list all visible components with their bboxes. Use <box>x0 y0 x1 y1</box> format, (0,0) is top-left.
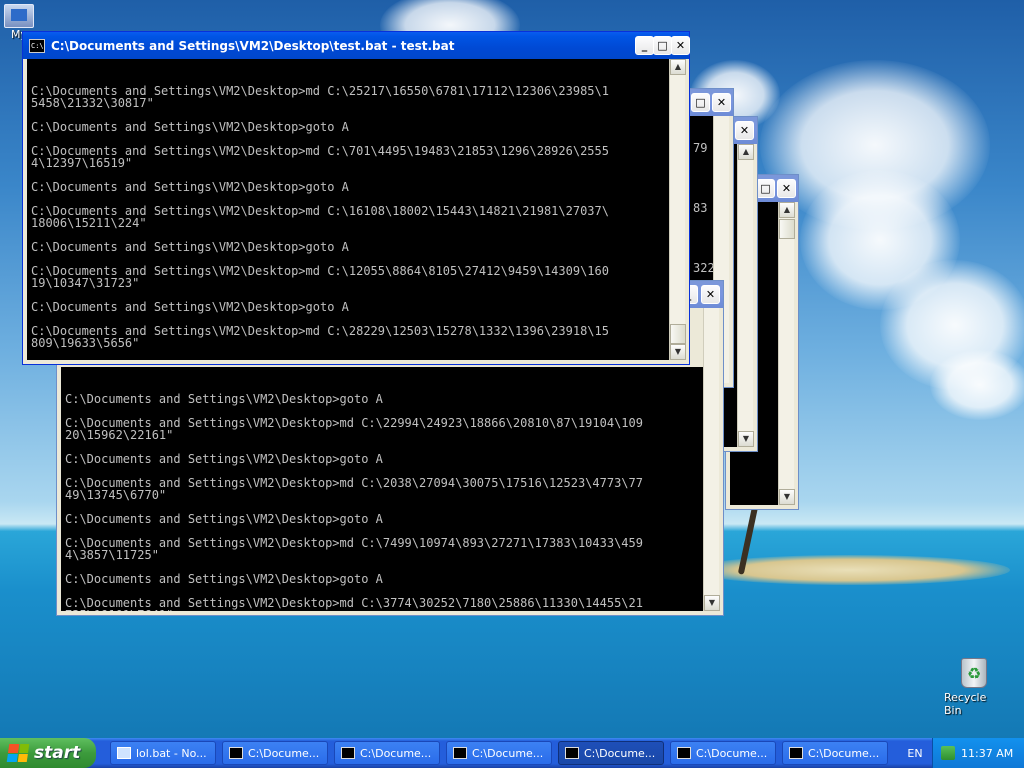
console-line: 20\15962\22161" <box>65 428 174 442</box>
maximize-button[interactable]: □ <box>691 93 710 112</box>
vertical-scrollbar[interactable]: ▲ ▼ <box>737 144 754 447</box>
window-title: C:\Documents and Settings\VM2\Desktop\te… <box>51 38 455 53</box>
taskbar-button-label: C:\Docume... <box>248 746 320 760</box>
taskbar: start lol.bat - No... C:\Docume... C:\Docu… <box>0 738 1024 768</box>
scroll-thumb[interactable] <box>779 219 795 239</box>
scroll-down-arrow[interactable]: ▼ <box>738 431 754 447</box>
console-line: 79 <box>693 141 708 155</box>
taskbar-button-label: C:\Docume... <box>584 746 656 760</box>
system-tray: 11:37 AM <box>932 738 1024 768</box>
console-output: C:\Documents and Settings\VM2\Desktop>go… <box>61 367 703 611</box>
my-computer-icon <box>4 4 34 28</box>
recycle-bin-desktop-icon[interactable]: ♻ Recycle Bin <box>944 658 1004 717</box>
cmd-icon <box>565 747 579 759</box>
cmd-icon <box>229 747 243 759</box>
close-button[interactable]: ✕ <box>735 121 754 140</box>
recycle-bin-icon: ♻ <box>961 658 987 688</box>
taskbar-button-label: C:\Docume... <box>360 746 432 760</box>
console-line: 83 <box>693 201 708 215</box>
taskbar-button[interactable]: C:\Docume... <box>334 741 440 765</box>
desktop-icon-label: Recycle Bin <box>944 691 987 717</box>
console-line: C:\Documents and Settings\VM2\Desktop>go… <box>31 120 349 134</box>
console-line: C:\Documents and Settings\VM2\Desktop>go… <box>65 512 383 526</box>
maximize-button[interactable]: □ <box>756 179 775 198</box>
taskbar-button-label: C:\Docume... <box>696 746 768 760</box>
scroll-up-arrow[interactable]: ▲ <box>738 144 754 160</box>
scroll-down-arrow[interactable]: ▼ <box>779 489 795 505</box>
windows-logo-icon <box>6 744 30 762</box>
console-line: 322 <box>693 261 713 275</box>
console-line: 4\3857\11725" <box>65 548 159 562</box>
console-line: C:\Documents and Settings\VM2\Desktop>go… <box>65 572 383 586</box>
scroll-up-arrow[interactable]: ▲ <box>670 59 686 75</box>
scroll-down-arrow[interactable]: ▼ <box>670 344 686 360</box>
taskbar-button[interactable]: C:\Docume... <box>782 741 888 765</box>
console-line: C:\Documents and Settings\VM2\Desktop>go… <box>31 300 349 314</box>
taskbar-button-label: lol.bat - No... <box>136 746 207 760</box>
tray-app-icon[interactable] <box>941 746 955 760</box>
console-output: C:\Documents and Settings\VM2\Desktop>md… <box>27 59 669 360</box>
console-line: 18006\15211\224" <box>31 216 147 230</box>
notepad-icon <box>117 747 131 759</box>
titlebar[interactable]: C:\ C:\Documents and Settings\VM2\Deskto… <box>23 32 690 59</box>
close-button[interactable]: ✕ <box>712 93 731 112</box>
close-button[interactable]: ✕ <box>671 36 690 55</box>
console-line: 49\13745\6770" <box>65 488 167 502</box>
start-label: start <box>34 743 81 763</box>
minimize-button[interactable]: _ <box>635 36 654 55</box>
scroll-thumb[interactable] <box>670 324 686 344</box>
start-button[interactable]: start <box>0 738 96 768</box>
cmd-icon <box>453 747 467 759</box>
console-line: 4\12397\16519" <box>31 156 133 170</box>
taskbar-button[interactable]: lol.bat - No... <box>110 741 216 765</box>
cmd-icon: C:\ <box>29 38 45 53</box>
taskbar-button[interactable]: C:\Docume... <box>446 741 552 765</box>
clock[interactable]: 11:37 AM <box>961 747 1013 760</box>
console-line: C:\Documents and Settings\VM2\Desktop>go… <box>31 240 349 254</box>
vertical-scrollbar[interactable]: ▲ ▼ <box>669 59 686 360</box>
cloud <box>930 350 1024 420</box>
console-line: 5458\21332\30817" <box>31 96 154 110</box>
console-line: 19\10347\31723" <box>31 276 140 290</box>
console-window-main[interactable]: C:\ C:\Documents and Settings\VM2\Deskto… <box>22 31 690 365</box>
console-line: C:\Documents and Settings\VM2\Desktop>go… <box>65 392 383 406</box>
language-indicator[interactable]: EN <box>898 738 932 768</box>
taskbar-button[interactable]: C:\Docume... <box>222 741 328 765</box>
taskbar-button[interactable]: C:\Docume... <box>670 741 776 765</box>
close-button[interactable]: ✕ <box>777 179 796 198</box>
vertical-scrollbar[interactable]: ▼ <box>703 308 720 611</box>
console-line: C:\Documents and Settings\VM2\Desktop>go… <box>31 180 349 194</box>
console-line: 809\19633\5656" <box>31 336 140 350</box>
vertical-scrollbar[interactable]: ▲ ▼ <box>778 202 795 505</box>
taskbar-button[interactable]: C:\Docume... <box>558 741 664 765</box>
taskbar-button-label: C:\Docume... <box>808 746 880 760</box>
scroll-up-arrow[interactable]: ▲ <box>779 202 795 218</box>
maximize-button[interactable]: □ <box>653 36 672 55</box>
console-line: C:\Documents and Settings\VM2\Desktop>md… <box>65 536 643 550</box>
cmd-icon <box>341 747 355 759</box>
console-line: C:\Documents and Settings\VM2\Desktop>go… <box>65 452 383 466</box>
close-button[interactable]: ✕ <box>701 285 720 304</box>
cmd-icon <box>789 747 803 759</box>
cmd-icon <box>677 747 691 759</box>
taskbar-button-label: C:\Docume... <box>472 746 544 760</box>
scroll-down-arrow[interactable]: ▼ <box>704 595 720 611</box>
